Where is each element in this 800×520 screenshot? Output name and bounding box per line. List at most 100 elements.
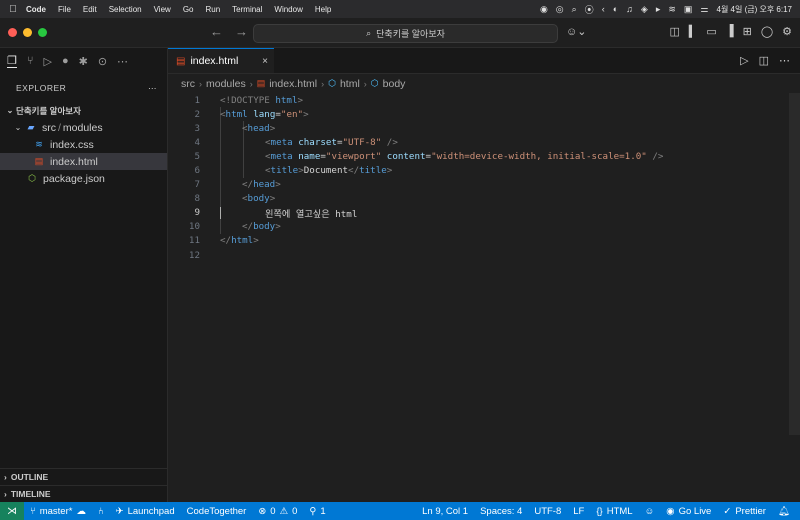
breadcrumb-modules[interactable]: modules <box>206 78 246 90</box>
status-indentation[interactable]: Spaces: 4 <box>474 506 528 517</box>
status-eol[interactable]: LF <box>567 506 590 517</box>
tree-folder-src-modules[interactable]: ⌄ ▰ src / modules <box>0 119 167 136</box>
tag: html <box>225 108 248 120</box>
user-status-icon[interactable]: ◎ <box>556 4 564 15</box>
run-debug-icon[interactable]: ▷ <box>43 55 51 68</box>
status-ports[interactable]: ⚲ 1 <box>303 506 331 517</box>
breadcrumb-file[interactable]: index.html <box>269 78 317 90</box>
split-editor-icon[interactable]: ◫ <box>759 54 769 67</box>
more-actions-icon[interactable]: ⋯ <box>779 54 790 67</box>
line-number: 8 <box>194 193 200 205</box>
github-icon[interactable]: ● <box>62 55 69 67</box>
layers-icon[interactable]: ◈ <box>641 4 648 15</box>
status-go-live[interactable]: ◉ Go Live <box>660 506 717 517</box>
record-icon[interactable]: ◉ <box>540 4 548 15</box>
close-window-button[interactable] <box>8 28 17 37</box>
more-views-icon[interactable]: ⋯ <box>117 55 128 68</box>
status-language-mode[interactable]: {} HTML <box>590 506 638 517</box>
remote-explorer-icon[interactable]: ⊙ <box>98 55 107 68</box>
status-launchpad[interactable]: ✈ Launchpad <box>110 506 181 517</box>
timeline-section-header[interactable]: › TIMELINE <box>0 485 168 502</box>
status-notifications[interactable]: 🔔︎ <box>772 506 796 517</box>
minimize-window-button[interactable] <box>23 28 32 37</box>
code-content: <body> <box>242 193 276 205</box>
explorer-header: EXPLORER ⋯ <box>0 74 167 102</box>
forward-arrow-icon[interactable]: → <box>235 24 248 39</box>
toggle-primary-sidebar-icon[interactable]: ▍ <box>689 25 697 38</box>
copilot-icon[interactable]: ☺⌄ <box>566 25 586 38</box>
history-navigation: ← → <box>210 24 248 39</box>
status-codetogether[interactable]: CodeTogether <box>181 506 253 517</box>
toggle-panel-icon[interactable]: ▭ <box>706 25 716 38</box>
activity-row: ❐ ⑂ ▷ ● ✱ ⊙ ⋯ <box>0 48 167 74</box>
play-icon[interactable]: ▸ <box>656 4 661 15</box>
status-branch[interactable]: ⑂ master* ☁ <box>24 506 92 517</box>
tree-root-folder[interactable]: ⌄ 단축키를 알아보자 <box>0 102 167 119</box>
status-copilot[interactable]: ☺ <box>639 506 661 517</box>
text-node: Document <box>303 165 349 177</box>
run-play-icon[interactable]: ▷ <box>740 54 748 67</box>
nodejs-file-icon: ⬡ <box>28 173 36 183</box>
source-control-icon[interactable]: ⑂ <box>27 55 34 67</box>
apple-icon[interactable]:  <box>0 4 26 15</box>
menu-go[interactable]: Go <box>183 5 194 14</box>
attr: lang <box>253 108 276 120</box>
chrome-icon[interactable]: ◐ <box>613 4 618 14</box>
menu-edit[interactable]: Edit <box>83 5 97 14</box>
menu-terminal[interactable]: Terminal <box>232 5 262 14</box>
remote-indicator-icon[interactable]: ⋊ <box>0 502 24 520</box>
menu-file[interactable]: File <box>58 5 71 14</box>
status-encoding[interactable]: UTF-8 <box>528 506 567 517</box>
accounts-icon[interactable]: ◯ <box>761 25 773 38</box>
keyboard-input-icon[interactable]: ▣ <box>684 4 693 15</box>
tree-file-index-html[interactable]: ▤ index.html <box>0 153 167 170</box>
back-arrow-icon[interactable]: ← <box>210 24 223 39</box>
menubar-clock[interactable]: 4월 4일 (금) 오후 6:17 <box>717 4 793 15</box>
menu-window[interactable]: Window <box>274 5 302 14</box>
status-prettier[interactable]: ✓ Prettier <box>717 506 772 517</box>
settings-gear-icon[interactable]: ⚙ <box>782 25 792 38</box>
text-cursor <box>220 206 221 219</box>
menu-help[interactable]: Help <box>315 5 331 14</box>
explorer-more-actions-icon[interactable]: ⋯ <box>148 83 157 94</box>
code-line: 6 <title>Document</title> <box>168 163 788 177</box>
spotlight-search-icon[interactable]: ⌕ <box>572 4 577 15</box>
chevron-left-icon[interactable]: ‹ <box>602 4 605 14</box>
customize-layout-icon[interactable]: ◫ <box>670 25 680 38</box>
line-number: 2 <box>194 108 200 120</box>
path-separator: / <box>58 121 61 134</box>
status-problems[interactable]: ⊗ 0 ⚠ 0 <box>252 506 303 517</box>
root-folder-label: 단축키를 알아보자 <box>16 105 81 116</box>
menu-selection[interactable]: Selection <box>109 5 142 14</box>
command-center-search[interactable]: ⌕ 단축키를 알아보자 <box>253 24 558 43</box>
breadcrumb-src[interactable]: src <box>181 78 195 90</box>
code-editor[interactable]: 1 <!DOCTYPE html> 2 <html lang="en"> 3 <… <box>168 93 788 262</box>
status-cursor-position[interactable]: Ln 9, Col 1 <box>416 506 474 517</box>
menu-run[interactable]: Run <box>205 5 220 14</box>
tab-index-html[interactable]: ▤ index.html × <box>168 48 274 73</box>
chevron-right-icon: › <box>363 78 367 89</box>
menu-app-name[interactable]: Code <box>26 5 46 14</box>
wifi-icon[interactable]: ≋ <box>668 4 676 15</box>
menu-view[interactable]: View <box>154 5 171 14</box>
vertical-scrollbar[interactable] <box>789 93 800 435</box>
split-layout-icon[interactable]: ⊞ <box>743 25 752 38</box>
headphones-icon[interactable]: ♫ <box>626 4 633 14</box>
breadcrumb-html[interactable]: html <box>340 78 360 90</box>
extensions-icon[interactable]: ✱ <box>79 55 88 68</box>
breadcrumb-body[interactable]: body <box>383 78 406 90</box>
explorer-files-icon[interactable]: ❐ <box>7 54 17 68</box>
control-center-icon[interactable]: ⚌ <box>700 4 708 15</box>
outline-section-header[interactable]: › OUTLINE <box>0 468 168 485</box>
zoom-window-button[interactable] <box>38 28 47 37</box>
line-number: 11 <box>188 235 200 247</box>
status-source-control[interactable]: ⑃ <box>92 506 110 517</box>
ports-icon: ⚲ <box>309 505 317 517</box>
toggle-secondary-sidebar-icon[interactable]: ▐ <box>726 25 734 38</box>
tree-file-package-json[interactable]: ⬡ package.json <box>0 170 167 187</box>
close-icon[interactable]: × <box>262 56 268 67</box>
tree-file-index-css[interactable]: ≋ index.css <box>0 136 167 153</box>
tag: title <box>359 165 387 177</box>
control-icon[interactable]: ⦿ <box>585 3 594 16</box>
editor-tab-bar: ▤ index.html × ▷ ◫ ⋯ <box>168 48 800 74</box>
